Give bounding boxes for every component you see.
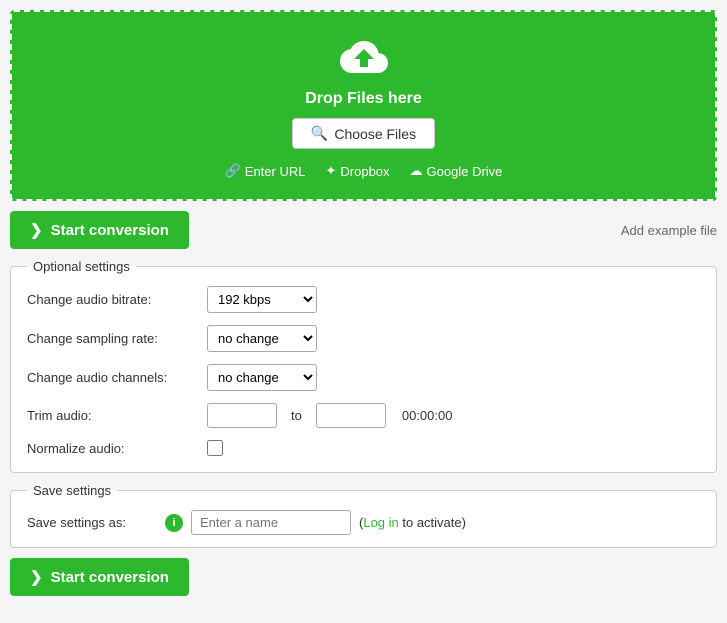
trim-time-label: 00:00:00	[402, 408, 453, 423]
drop-text: Drop Files here	[32, 90, 695, 108]
start-conversion-button-top[interactable]: ❯ Start conversion	[10, 211, 189, 249]
choose-files-button[interactable]: 🔍 Choose Files	[292, 118, 435, 149]
normalize-label: Normalize audio:	[27, 441, 197, 456]
channels-label: Change audio channels:	[27, 370, 197, 385]
bitrate-select[interactable]: 64 kbps 96 kbps 128 kbps 192 kbps 256 kb…	[207, 286, 317, 313]
add-example-link[interactable]: Add example file	[621, 223, 717, 238]
search-icon: 🔍	[311, 125, 328, 142]
optional-settings-legend: Optional settings	[27, 259, 136, 274]
chevron-right-icon-top: ❯	[30, 221, 43, 239]
link-icon: 🔗	[225, 163, 241, 179]
save-settings-legend: Save settings	[27, 483, 117, 498]
optional-settings-fieldset: Optional settings Change audio bitrate: …	[10, 259, 717, 473]
conversion-row-top: ❯ Start conversion Add example file	[10, 211, 717, 249]
sampling-label: Change sampling rate:	[27, 331, 197, 346]
trim-to-label: to	[291, 408, 302, 423]
cloud-icon: ☁	[410, 163, 423, 179]
login-link[interactable]: Log in	[363, 515, 398, 530]
save-row: Save settings as: i (Log in to activate)	[27, 510, 700, 535]
chevron-right-icon-bottom: ❯	[30, 568, 43, 586]
trim-label: Trim audio:	[27, 408, 197, 423]
start-conversion-button-bottom[interactable]: ❯ Start conversion	[10, 558, 189, 596]
normalize-checkbox[interactable]	[207, 440, 223, 456]
channels-row: Change audio channels: no change 1 (Mono…	[27, 364, 700, 391]
page-wrapper: Drop Files here 🔍 Choose Files 🔗 Enter U…	[0, 0, 727, 616]
upload-icon	[339, 32, 389, 82]
channels-select[interactable]: no change 1 (Mono) 2 (Stereo)	[207, 364, 317, 391]
enter-url-link[interactable]: 🔗 Enter URL	[225, 163, 306, 179]
sampling-select[interactable]: no change 8000 Hz 11025 Hz 22050 Hz 4410…	[207, 325, 317, 352]
source-links: 🔗 Enter URL ✦ Dropbox ☁ Google Drive	[32, 163, 695, 179]
save-label: Save settings as:	[27, 515, 157, 530]
dropbox-icon: ✦	[325, 163, 336, 179]
trim-end-input[interactable]	[316, 403, 386, 428]
bitrate-row: Change audio bitrate: 64 kbps 96 kbps 12…	[27, 286, 700, 313]
trim-row: Trim audio: to 00:00:00	[27, 403, 700, 428]
drop-zone[interactable]: Drop Files here 🔍 Choose Files 🔗 Enter U…	[10, 10, 717, 201]
conversion-row-bottom: ❯ Start conversion	[10, 558, 717, 596]
bitrate-label: Change audio bitrate:	[27, 292, 197, 307]
dropbox-link[interactable]: ✦ Dropbox	[325, 163, 389, 179]
sampling-row: Change sampling rate: no change 8000 Hz …	[27, 325, 700, 352]
save-settings-fieldset: Save settings Save settings as: i (Log i…	[10, 483, 717, 548]
normalize-row: Normalize audio:	[27, 440, 700, 456]
trim-start-input[interactable]	[207, 403, 277, 428]
save-name-input[interactable]	[191, 510, 351, 535]
gdrive-link[interactable]: ☁ Google Drive	[410, 163, 503, 179]
login-text: (Log in to activate)	[359, 515, 466, 530]
info-icon[interactable]: i	[165, 514, 183, 532]
